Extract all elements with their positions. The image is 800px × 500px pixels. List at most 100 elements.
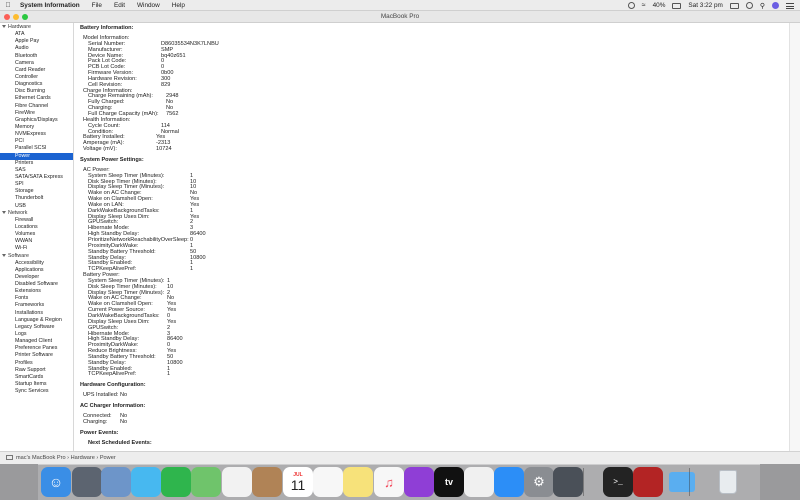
sidebar-item-card-reader[interactable]: Card Reader: [0, 67, 73, 74]
spotlight-icon[interactable]: ⚲: [760, 2, 765, 10]
podcasts-icon[interactable]: [404, 467, 434, 497]
menu-system-information[interactable]: System Information: [20, 2, 80, 9]
sidebar-item-audio[interactable]: Audio: [0, 45, 73, 52]
photos-icon[interactable]: [222, 467, 252, 497]
sidebar-item-printer-software[interactable]: Printer Software: [0, 352, 73, 359]
wifi-icon[interactable]: ≈: [642, 2, 646, 9]
sidebar-item-ata[interactable]: ATA: [0, 31, 73, 38]
sidebar-item-raw-support[interactable]: Raw Support: [0, 367, 73, 374]
app-store-icon[interactable]: [494, 467, 524, 497]
sidebar-item-accessibility[interactable]: Accessibility: [0, 260, 73, 267]
sidebar-item-startup-items[interactable]: Startup Items: [0, 381, 73, 388]
launchpad-icon[interactable]: [72, 467, 102, 497]
close-button[interactable]: [4, 14, 10, 20]
sidebar-item-installations[interactable]: Installations: [0, 310, 73, 317]
menu-edit[interactable]: Edit: [114, 2, 125, 9]
menu-help[interactable]: Help: [172, 2, 185, 9]
finder-icon[interactable]: ☺: [41, 467, 71, 497]
sidebar-item-extensions[interactable]: Extensions: [0, 288, 73, 295]
reminders-icon[interactable]: [313, 467, 343, 497]
sidebar-item-label: Diagnostics: [15, 81, 43, 88]
minimize-button[interactable]: [13, 14, 19, 20]
sidebar-item-thunderbolt[interactable]: Thunderbolt: [0, 195, 73, 202]
photo-booth-icon[interactable]: [633, 467, 663, 497]
sidebar-item-fibre-channel[interactable]: Fibre Channel: [0, 103, 73, 110]
apple-menu-icon[interactable]: : [0, 2, 16, 9]
path-power[interactable]: Power: [100, 455, 116, 461]
sidebar-item-power[interactable]: Power: [0, 152, 73, 160]
menu-window[interactable]: Window: [137, 2, 160, 9]
news-icon[interactable]: [464, 467, 494, 497]
folder-icon[interactable]: [667, 467, 697, 497]
sidebar-item-legacy-software[interactable]: Legacy Software: [0, 324, 73, 331]
sidebar-item-developer[interactable]: Developer: [0, 274, 73, 281]
sidebar-item-wwan[interactable]: WWAN: [0, 238, 73, 245]
tv-icon[interactable]: tv: [434, 467, 464, 497]
sidebar-item-volumes[interactable]: Volumes: [0, 231, 73, 238]
battery-icon[interactable]: [672, 2, 682, 9]
sidebar-item-apple-pay[interactable]: Apple Pay: [0, 38, 73, 45]
sidebar-item-memory[interactable]: Memory: [0, 124, 73, 131]
siri-status-icon[interactable]: [627, 2, 635, 9]
terminal-icon[interactable]: >_: [603, 467, 633, 497]
vertical-scrollbar[interactable]: [789, 23, 800, 451]
messages-icon[interactable]: [131, 467, 161, 497]
sidebar-item-wi-fi[interactable]: Wi-Fi: [0, 245, 73, 252]
sidebar-item-storage[interactable]: Storage: [0, 188, 73, 195]
sidebar-item-language-region[interactable]: Language & Region: [0, 317, 73, 324]
path-computer[interactable]: mac's MacBook Pro: [16, 455, 66, 461]
disclosure-triangle-icon[interactable]: [2, 25, 6, 29]
sidebar-item-ethernet-cards[interactable]: Ethernet Cards: [0, 95, 73, 102]
sidebar-item-sync-services[interactable]: Sync Services: [0, 388, 73, 395]
notification-center-icon[interactable]: [786, 2, 794, 9]
calendar-icon[interactable]: JUL 11: [283, 467, 313, 497]
sidebar-item-printers[interactable]: Printers: [0, 160, 73, 167]
sidebar-item-profiles[interactable]: Profiles: [0, 360, 73, 367]
menu-clock[interactable]: Sat 3:22 pm: [688, 2, 722, 9]
contacts-icon[interactable]: [252, 467, 282, 497]
sidebar-item-fonts[interactable]: Fonts: [0, 295, 73, 302]
sidebar-item-pci[interactable]: PCI: [0, 138, 73, 145]
notes-icon[interactable]: [343, 467, 373, 497]
sidebar-item-smartcards[interactable]: SmartCards: [0, 374, 73, 381]
disclosure-triangle-icon[interactable]: [2, 210, 6, 214]
sidebar-item-hardware[interactable]: Hardware: [0, 24, 73, 31]
sidebar-item-graphics-displays[interactable]: Graphics/Displays: [0, 117, 73, 124]
sidebar-item-camera[interactable]: Camera: [0, 60, 73, 67]
sidebar-item-network[interactable]: Network: [0, 210, 73, 217]
sidebar-item-sas[interactable]: SAS: [0, 167, 73, 174]
sidebar-item-diagnostics[interactable]: Diagnostics: [0, 81, 73, 88]
maps-icon[interactable]: [191, 467, 221, 497]
sidebar-item-bluetooth[interactable]: Bluetooth: [0, 53, 73, 60]
system-preferences-icon[interactable]: ⚙: [524, 467, 554, 497]
sidebar-item-logs[interactable]: Logs: [0, 331, 73, 338]
keyboard-input-icon[interactable]: [729, 2, 739, 9]
music-icon[interactable]: ♫: [374, 467, 404, 497]
system-information-icon[interactable]: [553, 467, 583, 497]
sidebar-item-applications[interactable]: Applications: [0, 267, 73, 274]
sidebar-item-disabled-software[interactable]: Disabled Software: [0, 281, 73, 288]
path-hardware[interactable]: Hardware: [71, 455, 95, 461]
sidebar-item-managed-client[interactable]: Managed Client: [0, 338, 73, 345]
sidebar-item-preference-panes[interactable]: Preference Panes: [0, 345, 73, 352]
sidebar-item-controller[interactable]: Controller: [0, 74, 73, 81]
sidebar-item-sata-sata-express[interactable]: SATA/SATA Express: [0, 174, 73, 181]
facetime-icon[interactable]: [161, 467, 191, 497]
menu-file[interactable]: File: [92, 2, 102, 9]
sidebar-item-nvmexpress[interactable]: NVMExpress: [0, 131, 73, 138]
sidebar-item-disc-burning[interactable]: Disc Burning: [0, 88, 73, 95]
sidebar-item-usb[interactable]: USB: [0, 203, 73, 210]
zoom-button[interactable]: [22, 14, 28, 20]
sidebar-item-locations[interactable]: Locations: [0, 224, 73, 231]
trash-icon[interactable]: [713, 467, 743, 497]
sidebar-item-firewall[interactable]: Firewall: [0, 217, 73, 224]
preview-icon[interactable]: [101, 467, 131, 497]
sidebar-item-frameworks[interactable]: Frameworks: [0, 302, 73, 309]
disclosure-triangle-icon[interactable]: [2, 253, 6, 257]
sidebar-item-parallel-scsi[interactable]: Parallel SCSI: [0, 145, 73, 152]
sidebar-item-firewire[interactable]: FireWire: [0, 110, 73, 117]
user-icon[interactable]: [745, 2, 753, 9]
siri-icon[interactable]: [772, 2, 779, 9]
sidebar-item-software[interactable]: Software: [0, 253, 73, 260]
sidebar-item-spi[interactable]: SPI: [0, 181, 73, 188]
